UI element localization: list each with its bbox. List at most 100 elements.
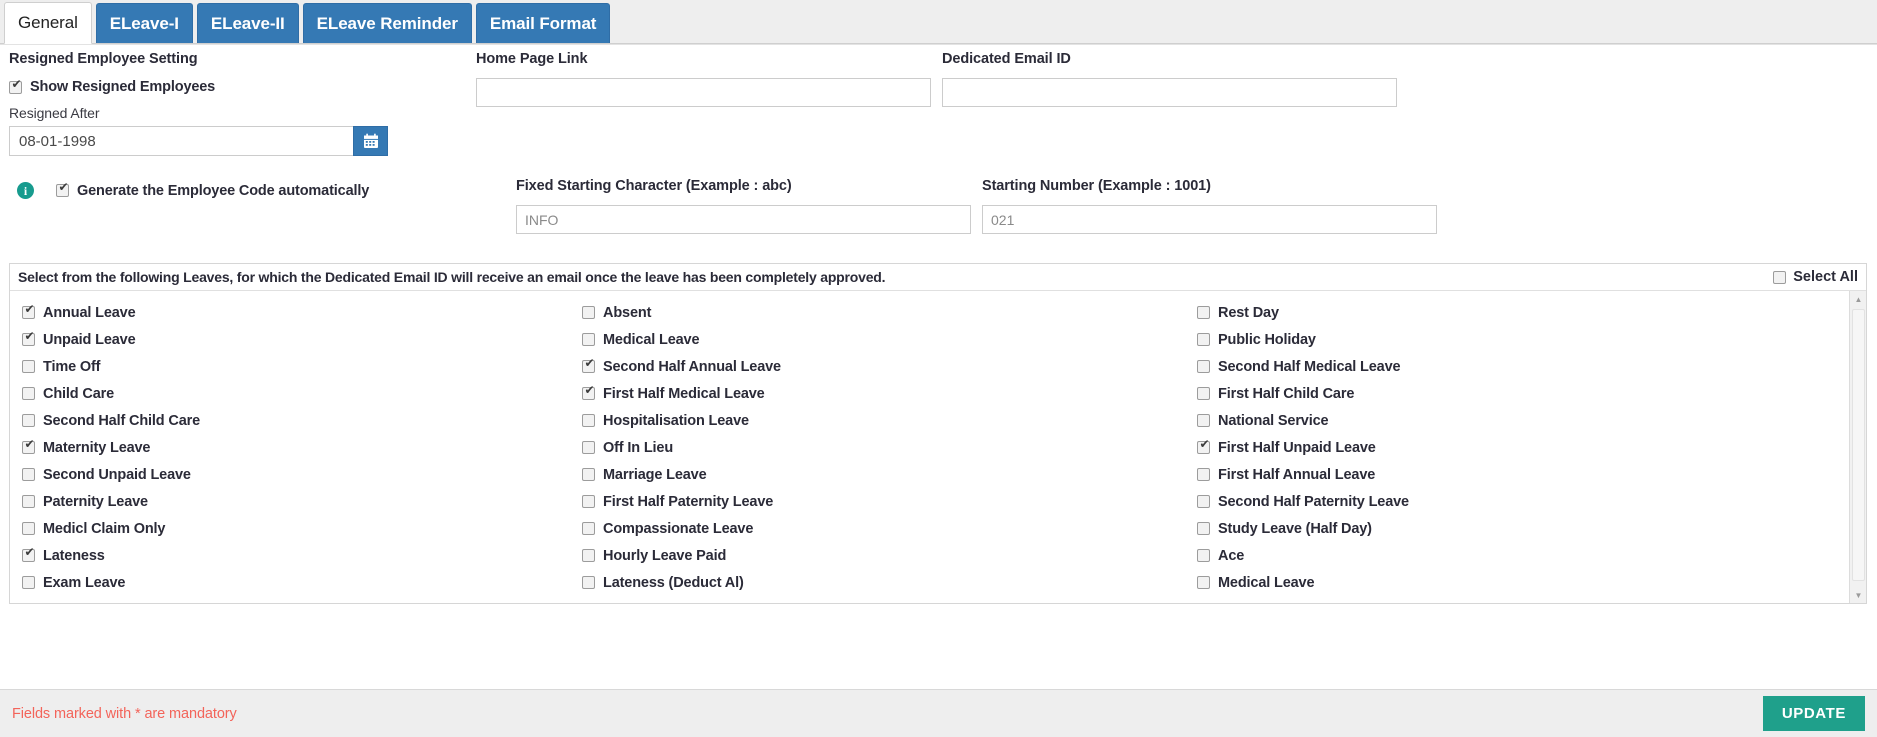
leave-checkbox[interactable] xyxy=(1197,438,1211,454)
leave-checkbox[interactable] xyxy=(1197,360,1210,373)
calendar-button[interactable] xyxy=(353,126,388,156)
leave-checkbox[interactable] xyxy=(22,360,35,373)
leave-item[interactable]: Absent xyxy=(582,299,1197,326)
leave-checkbox[interactable] xyxy=(1197,522,1210,535)
leave-item[interactable]: Paternity Leave xyxy=(22,488,582,515)
leave-checkbox[interactable] xyxy=(1197,306,1210,319)
leave-checkbox[interactable] xyxy=(22,303,36,319)
select-all-checkbox[interactable] xyxy=(1773,270,1787,284)
tab-eleave-ii[interactable]: ELeave-II xyxy=(196,3,299,43)
leave-item[interactable]: Hourly Leave Paid xyxy=(582,542,1197,569)
leave-item[interactable]: Child Care xyxy=(22,380,582,407)
tab-eleave-i[interactable]: ELeave-I xyxy=(95,3,193,43)
leave-checkbox[interactable] xyxy=(582,576,595,589)
leave-item[interactable]: Unpaid Leave xyxy=(22,326,582,353)
leave-checkbox[interactable] xyxy=(582,549,595,562)
select-all-row[interactable]: Select All xyxy=(1773,269,1858,285)
leave-checkbox[interactable] xyxy=(582,441,595,454)
scrollbar-thumb[interactable] xyxy=(1852,309,1865,581)
generate-employee-code-checkbox[interactable] xyxy=(56,181,70,197)
starting-number-input[interactable] xyxy=(982,205,1437,234)
leave-item[interactable]: Second Half Medical Leave xyxy=(1197,353,1797,380)
leave-item[interactable]: First Half Medical Leave xyxy=(582,380,1197,407)
leave-item[interactable]: Second Half Paternity Leave xyxy=(1197,488,1797,515)
leave-label: Paternity Leave xyxy=(43,493,148,510)
home-page-link-group: Home Page Link xyxy=(476,51,931,107)
leave-checkbox[interactable] xyxy=(1197,549,1210,562)
show-resigned-employees-checkbox[interactable] xyxy=(9,78,23,94)
leave-checkbox[interactable] xyxy=(1197,387,1210,400)
tab-email-format[interactable]: Email Format xyxy=(475,3,611,43)
show-resigned-employees-row[interactable]: Show Resigned Employees xyxy=(9,78,388,95)
fixed-starting-character-input[interactable] xyxy=(516,205,971,234)
leave-item[interactable]: National Service xyxy=(1197,407,1797,434)
leave-checkbox[interactable] xyxy=(22,495,35,508)
leave-item[interactable]: Lateness xyxy=(22,542,582,569)
leave-label: National Service xyxy=(1218,412,1329,429)
home-page-link-input[interactable] xyxy=(476,78,931,107)
leave-checkbox[interactable] xyxy=(582,306,595,319)
leave-checkbox[interactable] xyxy=(22,438,36,454)
leave-label: Absent xyxy=(603,304,652,321)
leave-label: Second Half Annual Leave xyxy=(603,358,781,375)
leave-item[interactable]: Annual Leave xyxy=(22,299,582,326)
dedicated-email-input[interactable] xyxy=(942,78,1397,107)
leave-checkbox[interactable] xyxy=(1197,333,1210,346)
tab-eleave-reminder[interactable]: ELeave Reminder xyxy=(302,3,472,43)
leave-item[interactable]: Compassionate Leave xyxy=(582,515,1197,542)
leave-item[interactable]: Ace xyxy=(1197,542,1797,569)
leave-checkbox[interactable] xyxy=(1197,495,1210,508)
resigned-after-input[interactable] xyxy=(9,126,353,156)
fixed-starting-character-group: Fixed Starting Character (Example : abc) xyxy=(516,178,971,234)
leave-item[interactable]: Medicl Claim Only xyxy=(22,515,582,542)
leave-checkbox[interactable] xyxy=(1197,468,1210,481)
leave-item[interactable]: Exam Leave xyxy=(22,569,582,596)
leave-checkbox[interactable] xyxy=(582,522,595,535)
leave-item[interactable]: First Half Child Care xyxy=(1197,380,1797,407)
leave-checkbox[interactable] xyxy=(22,330,36,346)
leave-checkbox[interactable] xyxy=(22,414,35,427)
leave-item[interactable]: Time Off xyxy=(22,353,582,380)
leave-item[interactable]: Medical Leave xyxy=(1197,569,1797,596)
leave-label: Hourly Leave Paid xyxy=(603,547,727,564)
leave-checkbox[interactable] xyxy=(22,468,35,481)
leave-label: First Half Unpaid Leave xyxy=(1218,439,1376,456)
leave-item[interactable]: Off In Lieu xyxy=(582,434,1197,461)
leave-checkbox[interactable] xyxy=(582,357,596,373)
leave-checkbox[interactable] xyxy=(22,576,35,589)
scroll-down-icon[interactable]: ▼ xyxy=(1850,587,1866,603)
tab-general[interactable]: General xyxy=(4,2,92,44)
leave-item[interactable]: First Half Annual Leave xyxy=(1197,461,1797,488)
leave-label: Hourly Unpaid xyxy=(43,602,140,604)
leave-item[interactable]: First Half Unpaid Leave xyxy=(1197,434,1797,461)
leave-checkbox[interactable] xyxy=(22,546,36,562)
leave-checkbox[interactable] xyxy=(582,384,596,400)
scroll-up-icon[interactable]: ▲ xyxy=(1850,291,1866,307)
leave-checkbox[interactable] xyxy=(582,414,595,427)
leaves-scrollbar[interactable]: ▲ ▼ xyxy=(1849,291,1866,603)
leave-item[interactable]: Second Half Annual Leave xyxy=(582,353,1197,380)
leave-item[interactable]: Lateness (Deduct Al) xyxy=(582,569,1197,596)
leave-item[interactable]: Marriage Leave xyxy=(582,461,1197,488)
leave-checkbox[interactable] xyxy=(582,333,595,346)
leave-label: First Half Paternity Leave xyxy=(603,493,774,510)
leave-item[interactable]: Second Unpaid Leave xyxy=(22,461,582,488)
leave-checkbox[interactable] xyxy=(22,522,35,535)
leave-item[interactable]: First Half Paternity Leave xyxy=(582,488,1197,515)
leave-item[interactable]: Second Half Child Care xyxy=(22,407,582,434)
leave-item[interactable]: Hospitalisation Leave xyxy=(582,407,1197,434)
leave-checkbox[interactable] xyxy=(22,387,35,400)
leave-checkbox[interactable] xyxy=(1197,576,1210,589)
leave-item[interactable]: Medical Leave xyxy=(582,326,1197,353)
leave-item[interactable]: Rest Day xyxy=(1197,299,1797,326)
leave-item[interactable]: Hourly Unpaid xyxy=(22,596,582,604)
resigned-after-datepicker[interactable] xyxy=(9,126,388,156)
leave-item[interactable]: Study Leave (Half Day) xyxy=(1197,515,1797,542)
leave-checkbox[interactable] xyxy=(582,468,595,481)
leave-checkbox[interactable] xyxy=(582,495,595,508)
leave-item[interactable]: Public Holiday xyxy=(1197,326,1797,353)
update-button[interactable]: UPDATE xyxy=(1762,696,1865,731)
leave-item[interactable]: Maternity Leave xyxy=(22,434,582,461)
leave-checkbox[interactable] xyxy=(1197,414,1210,427)
generate-employee-code-row[interactable]: Generate the Employee Code automatically xyxy=(56,181,369,199)
